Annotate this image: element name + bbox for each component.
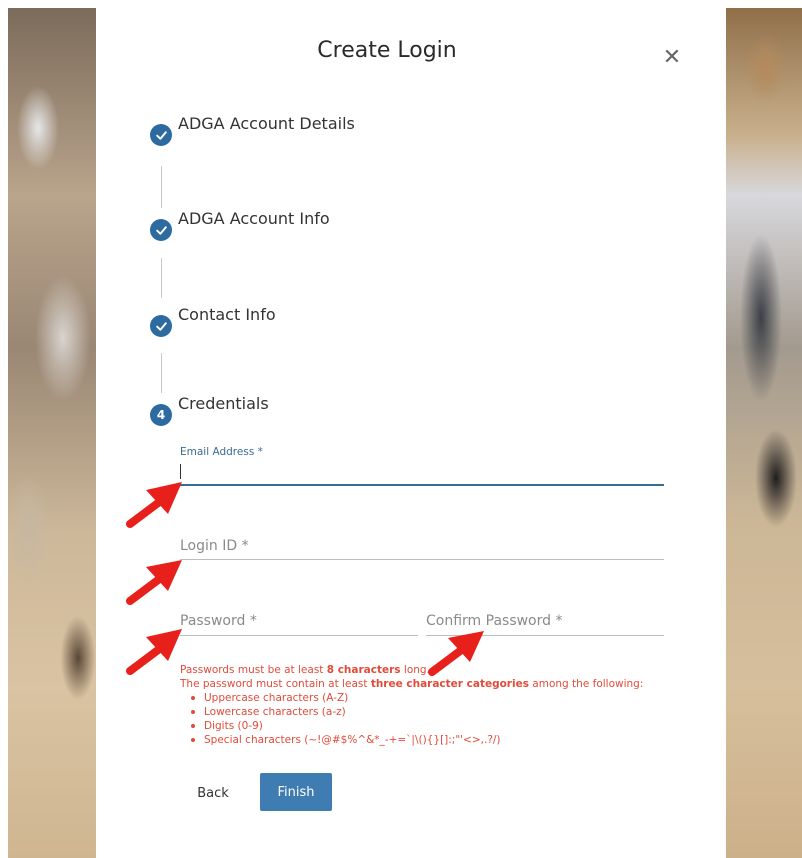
step-credentials: 4 Credentials [150, 394, 269, 426]
step-account-info: ADGA Account Info [150, 209, 330, 241]
back-button[interactable]: Back [192, 782, 234, 804]
step-label: Contact Info [178, 305, 276, 324]
password-field[interactable] [180, 610, 418, 636]
list-item: Uppercase characters (A-Z) [191, 691, 700, 705]
finish-button[interactable]: Finish [260, 773, 332, 811]
email-field[interactable] [180, 460, 664, 486]
email-label: Email Address * [180, 446, 263, 458]
check-icon [150, 315, 172, 337]
check-icon [150, 219, 172, 241]
annotation-arrow-icon [126, 482, 182, 528]
annotation-arrow-icon [428, 631, 484, 676]
step-label: Credentials [178, 394, 269, 413]
dialog-title: Create Login [317, 38, 457, 63]
login-id-field[interactable] [180, 534, 664, 560]
annotation-arrow-icon [126, 629, 182, 675]
list-item: Digits (0-9) [191, 719, 700, 733]
step-account-details: ADGA Account Details [150, 114, 355, 146]
step-number-badge: 4 [150, 404, 172, 426]
create-login-dialog: Create Login ✕ ADGA Account Details ADGA… [96, 8, 726, 858]
step-label: ADGA Account Info [178, 209, 330, 228]
annotation-arrow-icon [126, 560, 182, 605]
step-label: ADGA Account Details [178, 114, 355, 133]
step-contact-info: Contact Info [150, 305, 276, 337]
step-connector [161, 258, 162, 298]
rule-categories: The password must contain at least three… [180, 678, 644, 690]
step-connector [161, 166, 162, 208]
close-icon[interactable]: ✕ [662, 47, 682, 69]
step-connector [161, 353, 162, 393]
background-right [726, 8, 802, 858]
list-item: Special characters (~!@#$%^&*_-+=`|\(){}… [191, 733, 700, 747]
list-item: Lowercase characters (a-z) [191, 705, 700, 719]
check-icon [150, 124, 172, 146]
background-left [8, 8, 96, 858]
rule-list: Uppercase characters (A-Z) Lowercase cha… [180, 691, 700, 747]
